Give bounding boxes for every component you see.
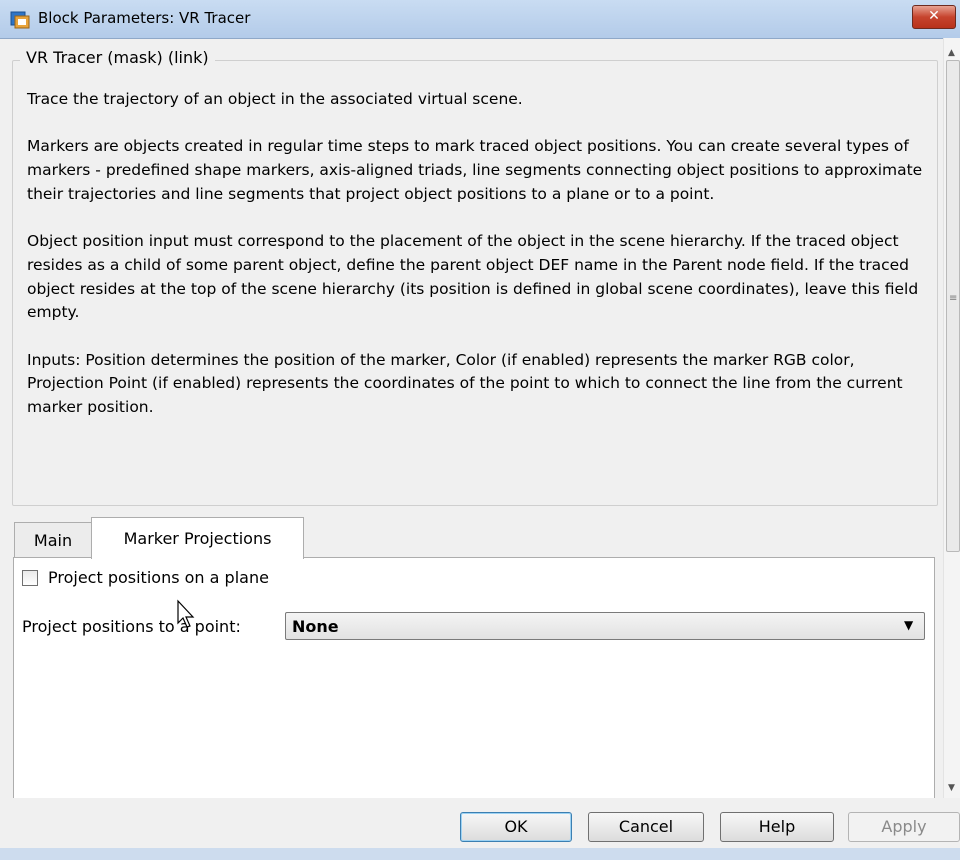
description-paragraph: Inputs: Position determines the position… <box>27 350 903 417</box>
simulink-block-icon <box>10 11 30 29</box>
ok-button[interactable]: OK <box>460 812 572 842</box>
scroll-thumb[interactable]: ≡ <box>946 60 960 552</box>
tab-marker-projections[interactable]: Marker Projections <box>91 517 304 559</box>
close-icon: ✕ <box>928 8 940 24</box>
project-plane-label[interactable]: Project positions on a plane <box>48 568 269 587</box>
description-paragraph: Markers are objects created in regular t… <box>27 137 923 203</box>
marker-projections-panel <box>13 557 935 807</box>
scroll-up-arrow-icon[interactable]: ▲ <box>948 48 955 58</box>
grip-icon: ≡ <box>949 293 958 304</box>
project-plane-checkbox[interactable] <box>22 570 38 586</box>
tab-main[interactable]: Main <box>14 522 92 558</box>
description-legend: VR Tracer (mask) (link) <box>20 48 215 67</box>
project-point-value: None <box>292 617 339 636</box>
window-title: Block Parameters: VR Tracer <box>38 9 251 27</box>
title-bar[interactable]: Block Parameters: VR Tracer ✕ <box>0 0 960 39</box>
mouse-pointer-icon <box>177 599 195 628</box>
description-paragraph: Trace the trajectory of an object in the… <box>27 90 523 108</box>
apply-button[interactable]: Apply <box>848 812 960 842</box>
vertical-scrollbar[interactable]: ▲ ≡ ▼ <box>943 38 960 798</box>
project-point-select[interactable]: None ▼ <box>285 612 925 640</box>
help-button[interactable]: Help <box>720 812 834 842</box>
window-bottom-border <box>0 848 960 860</box>
project-point-label: Project positions to a point: <box>22 617 241 636</box>
description-text: Trace the trajectory of an object in the… <box>27 88 927 443</box>
cancel-button[interactable]: Cancel <box>588 812 704 842</box>
scroll-down-arrow-icon[interactable]: ▼ <box>948 783 955 793</box>
description-paragraph: Object position input must correspond to… <box>27 232 919 322</box>
dropdown-arrow-icon[interactable]: ▼ <box>904 618 913 632</box>
close-button[interactable]: ✕ <box>912 5 956 29</box>
